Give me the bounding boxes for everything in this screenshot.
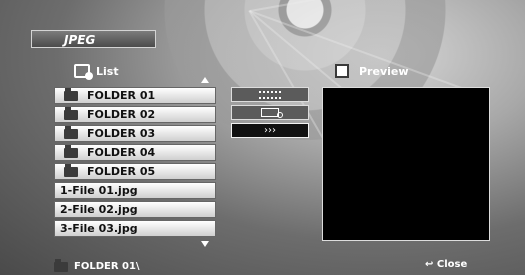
preview-label: Preview	[359, 64, 409, 78]
folder-icon	[64, 144, 78, 158]
mode-title: JPEG	[31, 30, 156, 48]
close-label: Close	[436, 259, 468, 270]
timer-button[interactable]	[231, 105, 309, 120]
list-item-folder-01[interactable]: FOLDER 01	[54, 87, 216, 104]
file-list: FOLDER 01 FOLDER 02 FOLDER 03 FOLDER 04 …	[54, 87, 216, 239]
list-item-folder-03[interactable]: FOLDER 03	[54, 125, 216, 142]
list-item-file-01[interactable]: 1-File 01.jpg	[54, 182, 216, 199]
preview-pane	[322, 87, 490, 241]
filmstrip-icon	[259, 90, 281, 99]
slideshow-button[interactable]	[231, 87, 309, 102]
folder-icon	[64, 106, 78, 120]
list-item-file-03[interactable]: 3-File 03.jpg	[54, 220, 216, 237]
list-icon	[74, 64, 93, 80]
preview-icon	[335, 64, 349, 78]
list-item-folder-02[interactable]: FOLDER 02	[54, 106, 216, 123]
scroll-down-icon[interactable]	[201, 241, 209, 247]
clock-film-icon	[261, 108, 283, 118]
list-item-folder-04[interactable]: FOLDER 04	[54, 144, 216, 161]
list-item-label: FOLDER 04	[87, 146, 156, 159]
list-item-folder-05[interactable]: FOLDER 05	[54, 163, 216, 180]
return-icon: ↩	[425, 259, 434, 270]
list-label: List	[96, 64, 119, 78]
folder-icon	[64, 125, 78, 139]
list-item-label: FOLDER 02	[87, 108, 156, 121]
next-label: ›››	[264, 125, 276, 136]
preview-header: Preview	[335, 64, 409, 78]
list-header: List	[74, 64, 119, 80]
current-folder: FOLDER 01\	[54, 258, 140, 272]
list-item-label: 2-File 02.jpg	[60, 203, 138, 216]
jpeg-browser-screen: JPEG List Preview FOLDER 01 FOLDER 02 FO…	[0, 0, 525, 275]
list-item-label: FOLDER 01	[87, 89, 156, 102]
scroll-up-icon[interactable]	[201, 77, 209, 83]
next-button[interactable]: ›››	[231, 123, 309, 138]
list-item-label: FOLDER 03	[87, 127, 156, 140]
folder-icon	[64, 87, 78, 101]
list-item-label: 3-File 03.jpg	[60, 222, 138, 235]
list-item-file-02[interactable]: 2-File 02.jpg	[54, 201, 216, 218]
current-folder-path: FOLDER 01\	[74, 261, 140, 272]
folder-icon	[64, 163, 78, 177]
list-item-label: FOLDER 05	[87, 165, 156, 178]
list-item-label: 1-File 01.jpg	[60, 184, 138, 197]
folder-icon	[54, 258, 68, 272]
close-hint[interactable]: ↩ Close	[425, 259, 467, 270]
